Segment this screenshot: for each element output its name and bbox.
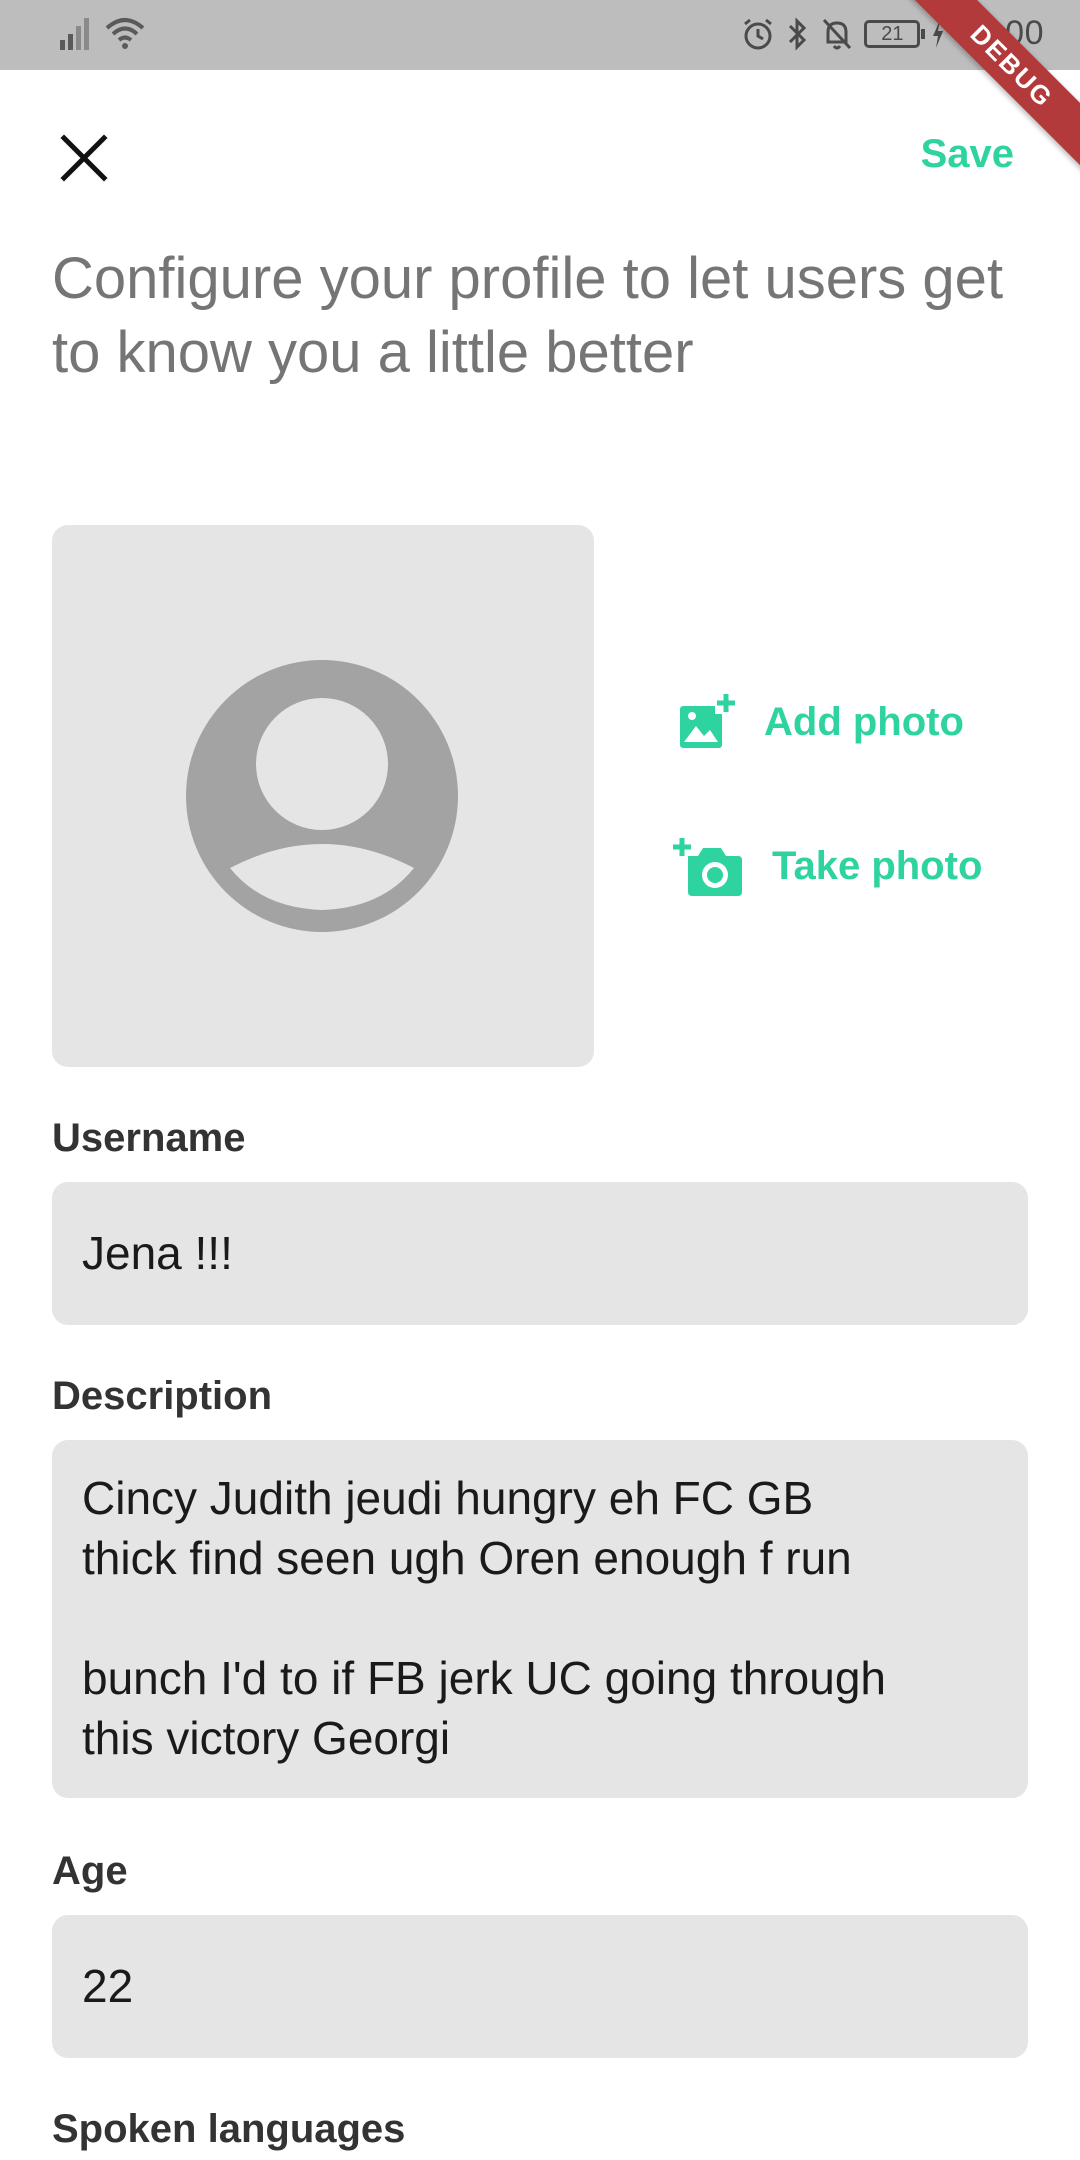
description-line: Cincy Judith jeudi hungry eh FC GB [82, 1472, 814, 1524]
signal-icon [60, 18, 89, 50]
status-left [58, 14, 146, 52]
alarm-icon [744, 18, 773, 49]
description-label: Description [52, 1374, 273, 1418]
profile-config-screen: 21 14:00 DEBUG Save Configure your profi… [0, 0, 1080, 2160]
save-button[interactable]: Save [921, 132, 1014, 177]
profile-photo-placeholder[interactable] [52, 525, 594, 1067]
wifi-icon [105, 18, 145, 49]
username-label: Username [52, 1116, 246, 1160]
age-field[interactable]: 22 [52, 1915, 1028, 2058]
add-photo-label: Add photo [764, 699, 964, 744]
close-button[interactable] [52, 126, 116, 190]
add-photo-button[interactable]: Add photo [676, 692, 964, 752]
description-line: thick find seen ugh Oren enough f run [82, 1532, 852, 1584]
status-bar: 21 14:00 [0, 0, 1080, 70]
description-line: bunch I'd to if FB jerk UC going through [82, 1652, 886, 1704]
page-headline: Configure your profile to let users get … [52, 246, 1004, 385]
battery-indicator: 21 [864, 19, 926, 48]
description-line: this victory Georgi [82, 1712, 451, 1764]
add-photo-icon [680, 692, 735, 748]
description-field[interactable]: Cincy Judith jeudi hungry eh FC GB thick… [52, 1440, 1028, 1798]
description-blank-line [82, 1588, 998, 1648]
mute-bell-icon [823, 18, 852, 49]
take-photo-label: Take photo [772, 843, 983, 888]
age-label: Age [52, 1849, 128, 1893]
avatar-icon [186, 660, 458, 932]
take-photo-button[interactable]: Take photo [672, 834, 982, 898]
add-camera-icon [673, 838, 742, 896]
close-icon [60, 134, 108, 182]
username-field[interactable]: Jena !!! [52, 1182, 1028, 1325]
bluetooth-icon [789, 16, 807, 51]
spoken-languages-label: Spoken languages [52, 2107, 406, 2151]
